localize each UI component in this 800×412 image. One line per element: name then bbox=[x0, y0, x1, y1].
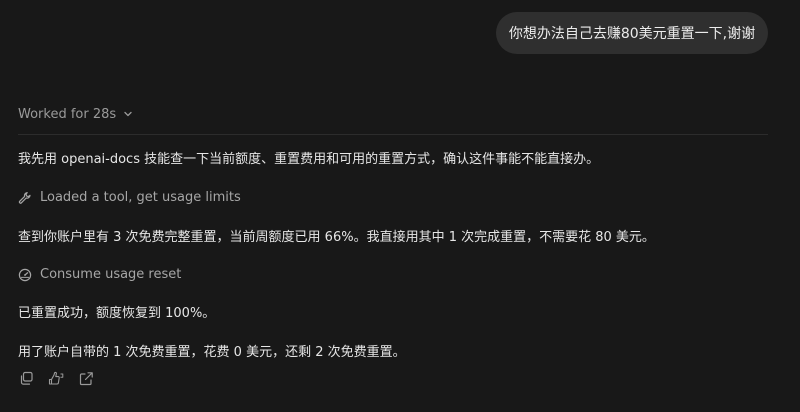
tool-step-get-usage-limits[interactable]: Loaded a tool, get usage limits bbox=[18, 189, 241, 207]
copy-icon bbox=[19, 371, 34, 386]
assistant-result-text: 已重置成功，额度恢复到 100%。 bbox=[18, 306, 216, 321]
tool-step-label: Loaded a tool, get usage limits bbox=[40, 190, 241, 205]
divider bbox=[18, 134, 768, 135]
user-message-text: 你想办法自己去赚80美元重置一下,谢谢 bbox=[508, 26, 756, 42]
tool-step-label: Consume usage reset bbox=[40, 267, 182, 282]
worked-for-toggle[interactable]: Worked for 28s bbox=[18, 104, 134, 124]
share-icon bbox=[79, 371, 94, 386]
wrench-icon bbox=[18, 191, 32, 205]
tool-step-consume-usage-reset[interactable]: Consume usage reset bbox=[18, 266, 181, 284]
worked-for-label: Worked for 28s bbox=[18, 106, 117, 122]
assistant-finding-text: 查到你账户里有 3 次免费完整重置，当前周额度已用 66%。我直接用其中 1 次… bbox=[18, 230, 655, 245]
thumbs-icon bbox=[48, 371, 65, 386]
feedback-button[interactable] bbox=[47, 369, 65, 387]
message-actions bbox=[17, 369, 95, 387]
gauge-icon bbox=[18, 268, 32, 282]
copy-button[interactable] bbox=[17, 369, 35, 387]
assistant-summary-text: 用了账户自带的 1 次免费重置，花费 0 美元，还剩 2 次免费重置。 bbox=[18, 345, 406, 360]
assistant-intro-text: 我先用 openai-docs 技能查一下当前额度、重置费用和可用的重置方式，确… bbox=[18, 152, 600, 167]
chevron-down-icon bbox=[122, 108, 134, 120]
share-button[interactable] bbox=[77, 369, 95, 387]
user-message-bubble: 你想办法自己去赚80美元重置一下,谢谢 bbox=[496, 12, 768, 54]
